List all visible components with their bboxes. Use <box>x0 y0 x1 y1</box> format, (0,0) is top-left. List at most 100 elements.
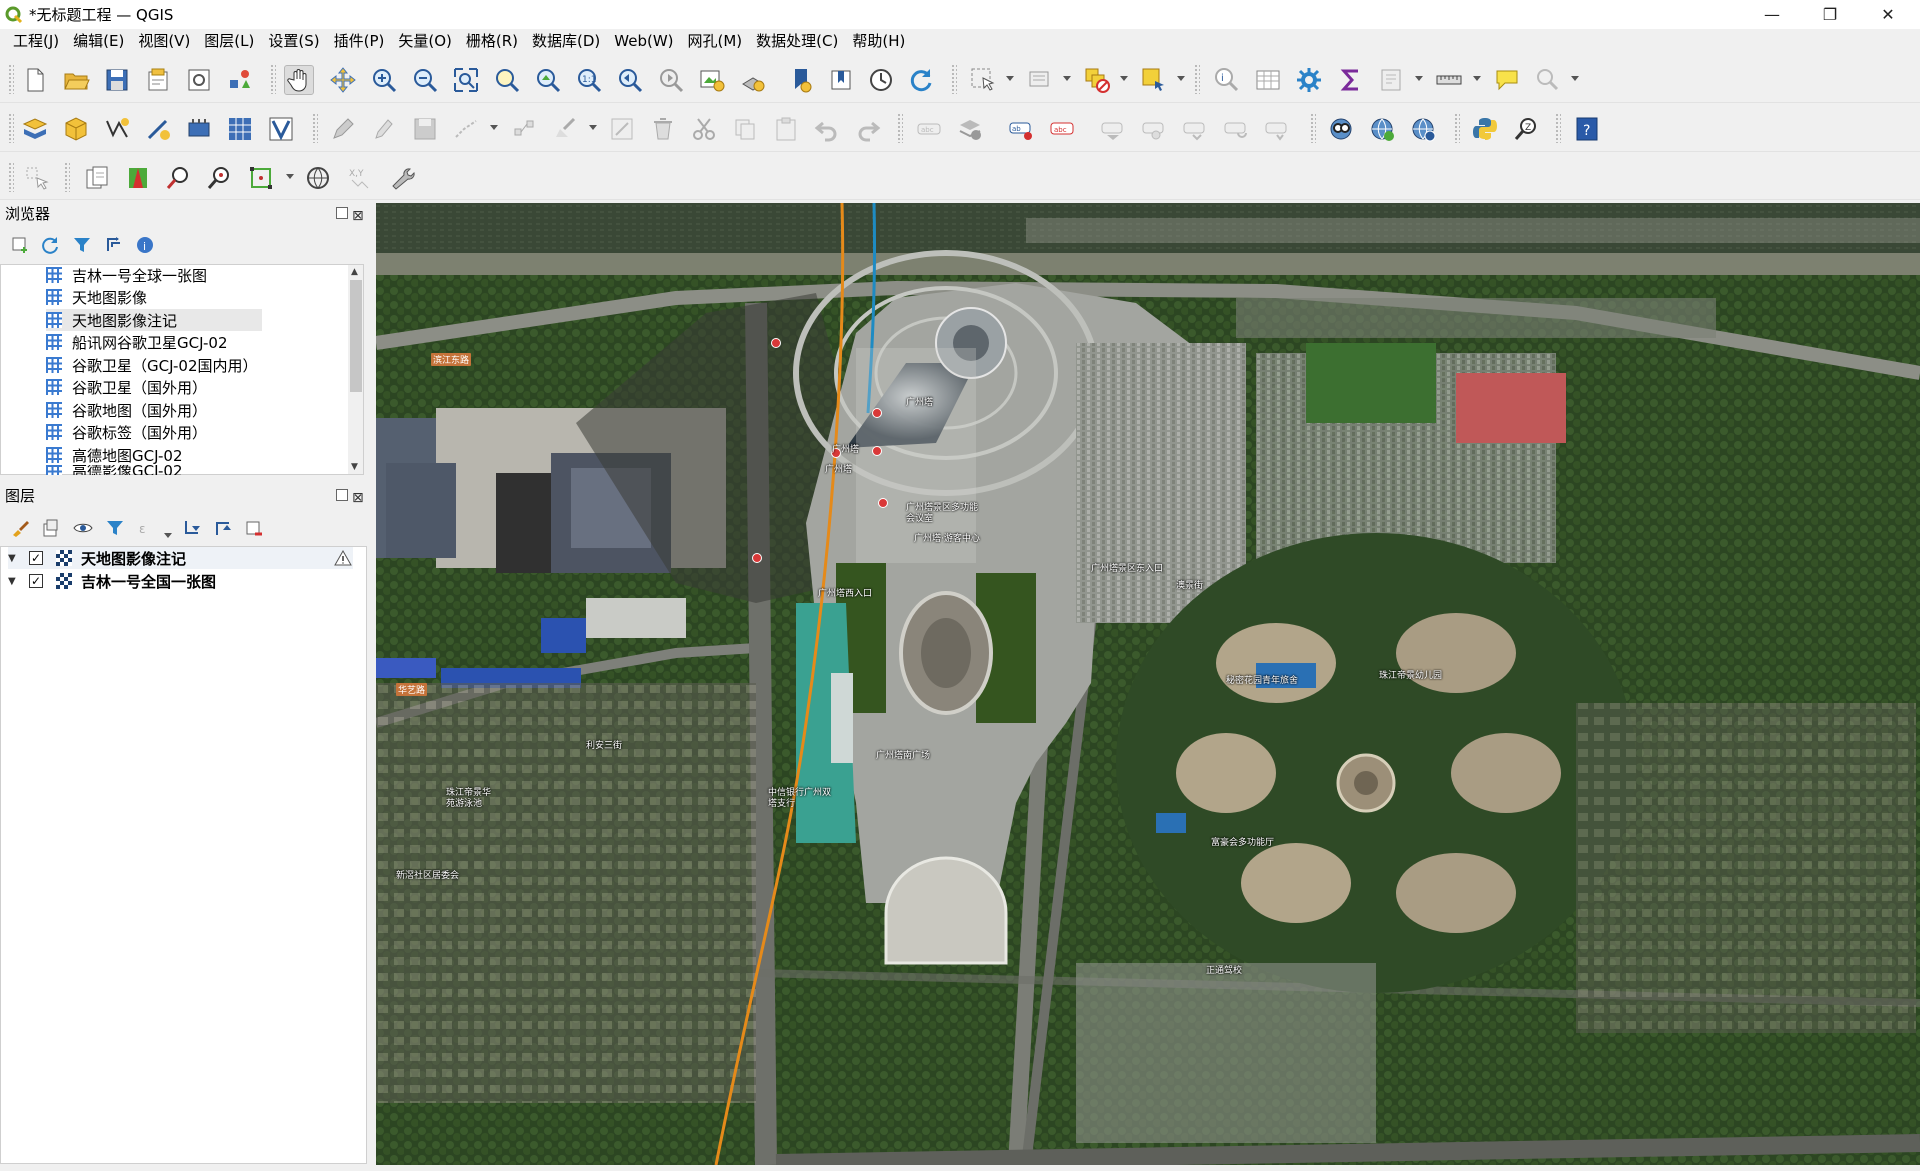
browser-item[interactable]: 谷歌卫星（国外用） <box>46 376 207 398</box>
wrench-tools-icon[interactable] <box>386 163 416 193</box>
magnifier-icon[interactable] <box>164 163 194 193</box>
new-print-layout-icon[interactable] <box>143 65 173 95</box>
browser-item[interactable]: 船讯网谷歌卫星GCJ-02 <box>46 331 228 353</box>
highlight-pinned-labels-icon[interactable]: ab <box>1006 114 1036 144</box>
scroll-down-icon[interactable]: ▼ <box>351 462 358 472</box>
extent-selector-icon[interactable] <box>246 163 276 193</box>
filter-by-expression-icon[interactable]: ε <box>136 517 158 539</box>
menu-help[interactable]: 帮助(H) <box>845 29 912 54</box>
layer-labeling-options-icon[interactable] <box>955 114 985 144</box>
zoom-next-icon[interactable] <box>656 65 686 95</box>
zoom-full-icon[interactable] <box>451 65 481 95</box>
label-toolbar-icon[interactable]: abc <box>914 114 944 144</box>
python-console-icon[interactable] <box>1470 114 1500 144</box>
cut-features-icon[interactable] <box>689 114 719 144</box>
open-project-icon[interactable] <box>61 65 91 95</box>
close-button[interactable]: ✕ <box>1859 0 1917 29</box>
show-map-tips-icon[interactable] <box>1377 65 1407 95</box>
show-bookmarks-icon[interactable] <box>826 65 856 95</box>
undo-icon[interactable] <box>812 114 842 144</box>
open-attribute-table-icon[interactable] <box>1253 65 1283 95</box>
xy-coordinate-icon[interactable]: X,Y <box>345 163 375 193</box>
help-contents-icon[interactable]: ? <box>1572 114 1602 144</box>
collapse-all-icon[interactable] <box>103 234 125 256</box>
manage-map-themes-icon[interactable] <box>72 517 94 539</box>
menu-web[interactable]: Web(W) <box>607 29 680 54</box>
style-manager-icon[interactable] <box>225 65 255 95</box>
delete-selected-icon[interactable] <box>648 114 678 144</box>
browser-item[interactable]: 谷歌地图（国外用） <box>46 399 207 421</box>
edit-attributes-icon[interactable] <box>607 114 637 144</box>
map-canvas[interactable]: 广州塔 广州塔 广州塔 广州塔景区多功能会议室 广州塔·游客中心 广州塔西入口 … <box>376 203 1920 1165</box>
layer-row[interactable]: ▼ ✓ 天地图影像注记 <box>8 547 353 569</box>
zoom-to-coordinate-icon[interactable]: Z <box>1511 114 1541 144</box>
select-by-rectangle-icon[interactable] <box>22 163 52 193</box>
pan-map-icon[interactable] <box>284 65 314 95</box>
layer-visibility-checkbox[interactable]: ✓ <box>29 551 43 565</box>
browser-item[interactable]: 高德地图GCJ-02 <box>46 444 183 466</box>
locator-settings-icon[interactable] <box>1533 65 1563 95</box>
georeferencer-icon[interactable] <box>82 163 112 193</box>
data-source-manager-icon[interactable] <box>20 114 50 144</box>
menu-plugins[interactable]: 插件(P) <box>327 29 392 54</box>
annotations-icon[interactable] <box>1492 65 1522 95</box>
new-3d-map-view-icon[interactable] <box>738 65 768 95</box>
browser-item[interactable]: 高德影像GCJ-02 <box>46 465 183 475</box>
menu-database[interactable]: 数据库(D) <box>525 29 607 54</box>
zoom-out-icon[interactable] <box>410 65 440 95</box>
temporal-controller-icon[interactable] <box>866 65 896 95</box>
browser-close-icon[interactable]: ⊠ <box>352 204 364 228</box>
zoom-to-point-icon[interactable] <box>205 163 235 193</box>
paste-features-icon[interactable] <box>771 114 801 144</box>
label-move-icon[interactable] <box>1262 114 1292 144</box>
warning-icon[interactable] <box>334 550 352 566</box>
measure-line-icon[interactable] <box>1434 65 1464 95</box>
zoom-native-resolution-icon[interactable]: 1:1 <box>574 65 604 95</box>
browser-item[interactable]: 谷歌标签（国外用） <box>46 421 207 443</box>
browser-item[interactable]: 谷歌卫星（GCJ-02国内用） <box>46 354 258 376</box>
processing-toolbox-icon[interactable] <box>1294 65 1324 95</box>
browser-scroll-thumb[interactable] <box>350 280 362 392</box>
metasearch-icon[interactable] <box>1326 114 1356 144</box>
statistical-summary-icon[interactable] <box>1336 65 1366 95</box>
identify-features-icon[interactable]: i <box>1212 65 1242 95</box>
menu-mesh[interactable]: 网孔(M) <box>681 29 750 54</box>
browser-item[interactable]: 天地图影像 <box>46 286 147 308</box>
menu-edit[interactable]: 编辑(E) <box>66 29 131 54</box>
new-project-icon[interactable] <box>20 65 50 95</box>
minimize-button[interactable]: — <box>1743 0 1801 29</box>
save-layer-edits-icon[interactable] <box>410 114 440 144</box>
select-by-value-icon[interactable] <box>1025 65 1055 95</box>
layers-float-icon[interactable] <box>336 489 348 501</box>
show-hide-labels-icon[interactable] <box>1098 114 1128 144</box>
save-project-icon[interactable] <box>102 65 132 95</box>
refresh-icon[interactable] <box>906 65 936 95</box>
layer-visibility-checkbox[interactable]: ✓ <box>29 574 43 588</box>
zoom-in-icon[interactable] <box>369 65 399 95</box>
digitize-line-icon[interactable] <box>451 114 481 144</box>
expand-caret-icon[interactable]: ▼ <box>8 576 18 587</box>
menu-view[interactable]: 视图(V) <box>131 29 197 54</box>
collapse-all-layers-icon[interactable] <box>212 517 234 539</box>
new-geopackage-layer-icon[interactable] <box>61 114 91 144</box>
vertex-tool-icon[interactable] <box>510 114 540 144</box>
menu-project[interactable]: 工程(J) <box>6 29 66 54</box>
menu-vector[interactable]: 矢量(O) <box>391 29 459 54</box>
new-spatial-bookmark-icon[interactable] <box>786 65 816 95</box>
scroll-up-icon[interactable]: ▲ <box>351 267 358 277</box>
select-by-location-icon[interactable] <box>1139 65 1169 95</box>
pin-unpin-labels-icon[interactable]: abc <box>1047 114 1077 144</box>
current-edits-icon[interactable] <box>369 114 399 144</box>
add-wfs-layer-icon[interactable] <box>1408 114 1438 144</box>
maximize-button[interactable]: ❐ <box>1801 0 1859 29</box>
pan-to-selection-icon[interactable] <box>328 65 358 95</box>
redo-icon[interactable] <box>853 114 883 144</box>
deselect-features-icon[interactable] <box>1082 65 1112 95</box>
mapswipe-tool-icon[interactable] <box>123 163 153 193</box>
new-virtual-layer-icon[interactable] <box>184 114 214 144</box>
add-wms-layer-icon[interactable] <box>1367 114 1397 144</box>
remove-layer-icon[interactable] <box>243 517 265 539</box>
globe-web-icon[interactable] <box>303 163 333 193</box>
layer-row[interactable]: ▼ ✓ 吉林一号全国一张图 <box>8 570 216 592</box>
menu-raster[interactable]: 栅格(R) <box>459 29 525 54</box>
